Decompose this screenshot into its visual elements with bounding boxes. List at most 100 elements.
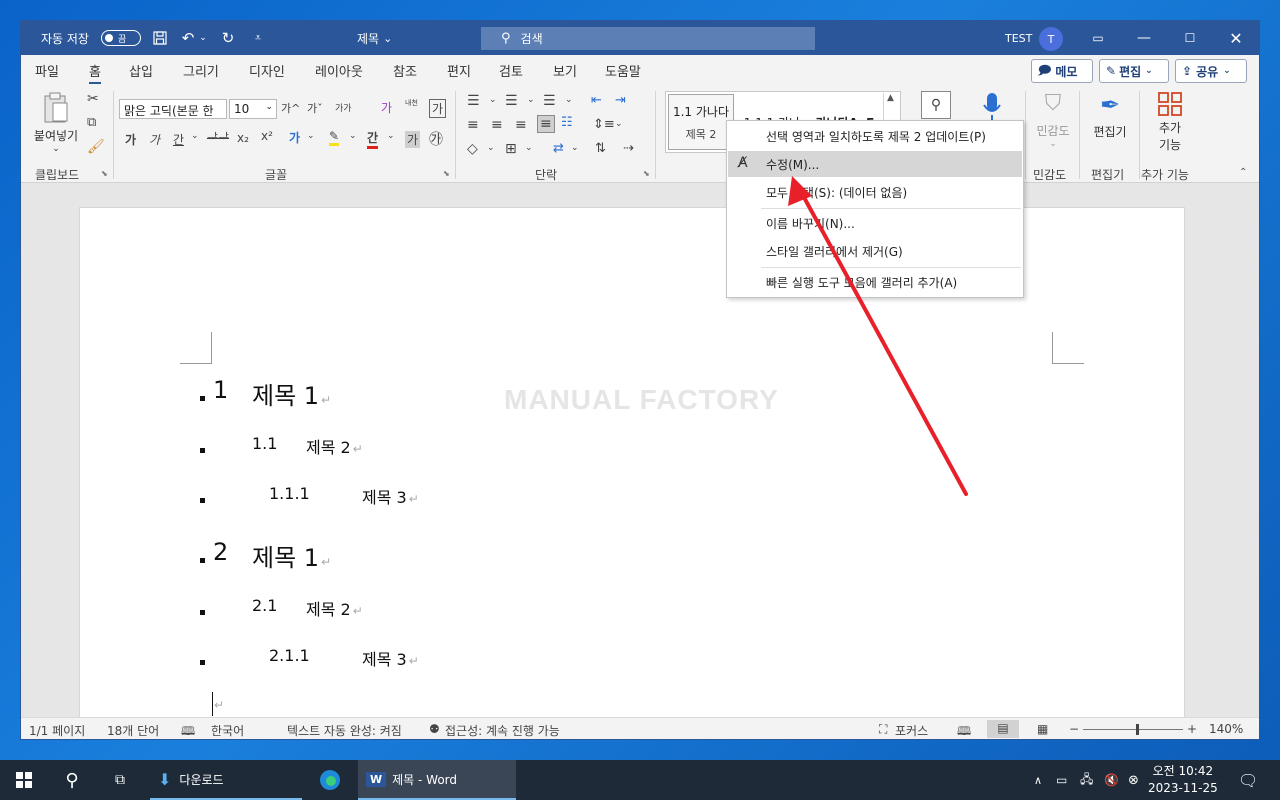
proofing-icon[interactable]: 🕮 xyxy=(181,722,195,739)
shading-icon[interactable]: ◇ xyxy=(467,141,478,157)
strikethrough-icon[interactable]: ᅷᅷ xyxy=(207,129,229,146)
tab-help[interactable]: 도움말 xyxy=(605,61,641,80)
autosave-toggle[interactable]: 끔 xyxy=(101,30,141,46)
taskbar-app-downloads[interactable]: ⬇ 다운로드 xyxy=(150,760,302,800)
cut-icon[interactable]: ✂ xyxy=(87,91,99,107)
network-icon[interactable]: 🖧 xyxy=(1080,760,1093,800)
align-center-icon[interactable]: ≡ xyxy=(491,117,503,133)
menu-item-rename[interactable]: 이름 바꾸기(N)... xyxy=(728,210,1022,236)
tab-home[interactable]: 홈 xyxy=(89,61,101,84)
tab-design[interactable]: 디자인 xyxy=(249,61,285,80)
format-painter-icon[interactable]: 🖌 xyxy=(87,139,105,155)
sort-icon[interactable]: ⇅ xyxy=(595,141,606,156)
show-hidden-icons[interactable]: ∧ xyxy=(1034,760,1042,800)
battery-icon[interactable]: ▭ xyxy=(1056,760,1067,800)
bullets-icon[interactable]: ☰ xyxy=(467,93,480,109)
justify-icon[interactable]: ≡ xyxy=(537,115,555,133)
subscript-icon[interactable]: x₂ xyxy=(237,131,249,145)
align-right-icon[interactable]: ≡ xyxy=(515,117,527,133)
undo-dropdown-icon[interactable]: ⌄ xyxy=(197,21,209,55)
menu-item-select-all[interactable]: 모두 선택(S): (데이터 없음) xyxy=(728,179,1022,205)
enclose-char-icon[interactable]: ㉮ xyxy=(429,129,443,149)
line-spacing-icon[interactable]: ⇕≡ xyxy=(593,117,615,132)
chevron-down-icon[interactable]: ⌄ xyxy=(525,143,533,153)
increase-indent-icon[interactable]: ⇥ xyxy=(615,93,626,108)
tab-view[interactable]: 보기 xyxy=(553,61,577,80)
redo-icon[interactable]: ↻ xyxy=(217,21,239,55)
chevron-down-icon[interactable]: ⌄ xyxy=(615,119,623,129)
superscript-icon[interactable]: x² xyxy=(261,129,273,143)
zoom-slider-thumb[interactable] xyxy=(1136,724,1139,735)
zoom-slider-track[interactable] xyxy=(1083,729,1183,730)
avatar[interactable]: T xyxy=(1039,27,1063,51)
tab-layout[interactable]: 레이아웃 xyxy=(315,61,363,80)
web-layout-icon[interactable]: ▦ xyxy=(1037,722,1048,736)
volume-muted-icon[interactable]: 🔇 xyxy=(1104,760,1119,800)
chevron-down-icon[interactable]: ⌄ xyxy=(571,143,579,153)
paste-button[interactable]: 붙여넣기 ⌄ xyxy=(31,91,81,154)
highlighter-icon[interactable]: ✎ xyxy=(329,129,340,146)
comments-button[interactable]: 🗩 메모 xyxy=(1031,59,1093,83)
zoom-level[interactable]: 140% xyxy=(1209,722,1243,736)
chevron-down-icon[interactable]: ⌄ xyxy=(349,131,357,141)
focus-icon[interactable]: ⛶ xyxy=(879,722,887,737)
action-center-icon[interactable]: 🗨 xyxy=(1238,760,1258,800)
search-box[interactable]: ⚲ 검색 xyxy=(481,27,815,50)
font-size-select[interactable]: 10 ⌄ xyxy=(229,99,277,119)
chevron-down-icon[interactable]: ⌄ xyxy=(527,95,535,105)
close-icon[interactable]: ✕ xyxy=(1213,21,1259,55)
save-icon[interactable] xyxy=(149,21,171,55)
multilevel-list-icon[interactable]: ☰ xyxy=(543,93,556,109)
tab-file[interactable]: 파일 xyxy=(35,61,59,80)
text-predictions[interactable]: 텍스트 자동 완성: 켜짐 xyxy=(287,722,402,739)
change-case-icon[interactable]: 가가 xyxy=(335,101,352,114)
italic-icon[interactable]: 가 xyxy=(149,131,160,148)
font-color-icon[interactable]: 간 xyxy=(367,129,379,149)
minimize-icon[interactable]: — xyxy=(1121,21,1167,55)
chevron-down-icon[interactable]: ⌄ xyxy=(191,131,199,141)
zoom-out-button[interactable]: − xyxy=(1069,722,1079,736)
menu-item-update-style[interactable]: 선택 영역과 일치하도록 제목 2 업데이트(P) xyxy=(728,123,1022,149)
tab-draw[interactable]: 그리기 xyxy=(183,61,219,80)
chevron-down-icon[interactable]: ⌄ xyxy=(489,95,497,105)
undo-icon[interactable]: ↶ xyxy=(177,21,199,55)
chevron-up-icon[interactable]: ▲ xyxy=(887,93,894,103)
char-shading-icon[interactable]: 가 xyxy=(405,131,421,148)
menu-item-modify[interactable]: A̸ 수정(M)... xyxy=(728,151,1022,177)
notification-off-icon[interactable]: ⊗ xyxy=(1128,760,1139,800)
page-count[interactable]: 1/1 페이지 xyxy=(29,722,85,739)
find-button[interactable]: ⚲ xyxy=(921,91,951,119)
addins-button[interactable]: 추가 기능 xyxy=(1145,91,1195,153)
copy-icon[interactable]: ⧉ xyxy=(87,115,96,130)
show-marks-icon[interactable]: ⇢ xyxy=(623,141,634,156)
tab-references[interactable]: 참조 xyxy=(393,61,417,80)
menu-item-add-to-qat[interactable]: 빠른 실행 도구 모음에 갤러리 추가(A) xyxy=(728,269,1022,295)
edge-icon[interactable] xyxy=(306,760,354,800)
tab-mailings[interactable]: 편지 xyxy=(447,61,471,80)
phonetic-guide-icon[interactable]: 내천 xyxy=(405,99,418,107)
font-name-select[interactable]: 맑은 고딕(본문 한 xyxy=(119,99,227,119)
shrink-font-icon[interactable]: 가ˇ xyxy=(307,100,323,116)
read-mode-icon[interactable]: 🕮 xyxy=(957,722,971,739)
chevron-down-icon[interactable]: ⌄ xyxy=(565,95,573,105)
paragraph-launcher-icon[interactable]: ⬊ xyxy=(643,169,650,178)
system-clock[interactable]: 오전 10:42 2023-11-25 xyxy=(1148,763,1218,797)
language[interactable]: 한국어 xyxy=(211,722,244,739)
task-view-icon[interactable]: ⧉ xyxy=(96,760,144,800)
chevron-down-icon[interactable]: ⌄ xyxy=(307,131,315,141)
document-title[interactable]: 제목 ⌄ xyxy=(357,21,392,55)
align-left-icon[interactable]: ≡ xyxy=(467,117,479,133)
zoom-in-button[interactable]: + xyxy=(1187,722,1197,736)
borders-icon[interactable]: ⊞ xyxy=(505,141,517,157)
collapse-ribbon-icon[interactable]: ⌃ xyxy=(1239,167,1247,178)
user-name[interactable]: TEST xyxy=(1005,21,1032,55)
chevron-down-icon[interactable]: ⌄ xyxy=(487,143,495,153)
share-button[interactable]: ⇪ 공유 ⌄ xyxy=(1175,59,1247,83)
numbering-icon[interactable]: ☰ xyxy=(505,93,518,109)
sensitivity-button[interactable]: ⛉ 민감도 ⌄ xyxy=(1031,91,1075,149)
distributed-icon[interactable]: ☷ xyxy=(561,115,573,130)
ribbon-display-icon[interactable]: ▭ xyxy=(1075,21,1121,55)
char-border-icon[interactable]: 가 xyxy=(429,99,447,118)
tab-review[interactable]: 검토 xyxy=(499,61,523,80)
start-icon[interactable] xyxy=(0,760,48,800)
